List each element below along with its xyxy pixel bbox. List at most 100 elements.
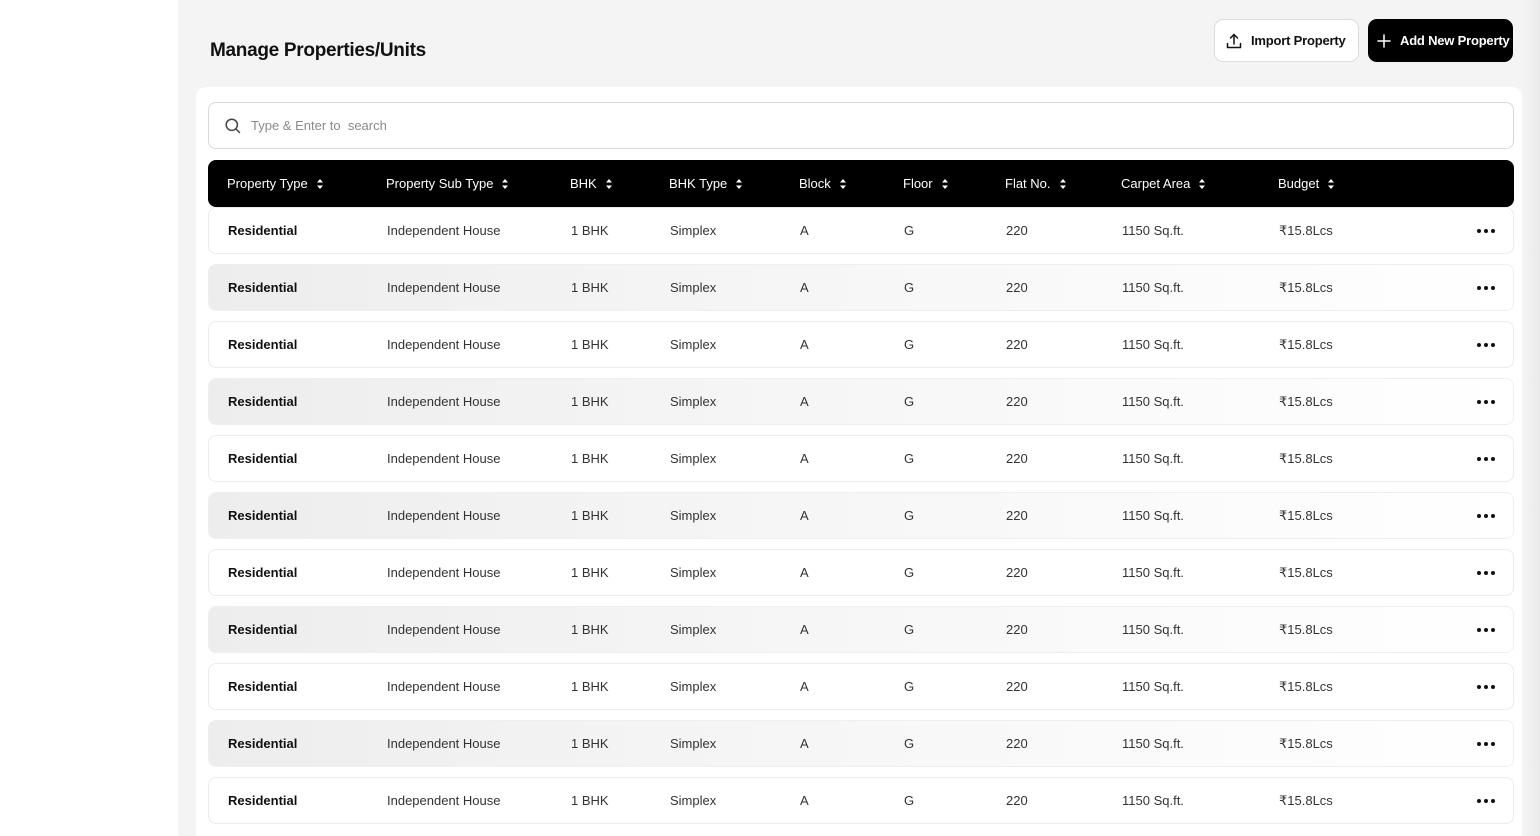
- table-cell: G: [904, 337, 915, 352]
- table-cell: Simplex: [670, 451, 717, 466]
- page-title: Manage Properties/Units: [210, 40, 426, 61]
- import-property-label: Import Property: [1251, 33, 1346, 48]
- table-row[interactable]: Residential Independent House 1 BHK Simplex…: [208, 777, 1514, 824]
- sort-icon: [734, 177, 744, 191]
- column-header[interactable]: BHK: [570, 160, 614, 207]
- table-cell: Independent House: [387, 394, 501, 409]
- search-box[interactable]: [208, 102, 1514, 149]
- main-content: Manage Properties/Units Import Property …: [178, 0, 1540, 836]
- table-cell: 220: [1006, 337, 1028, 352]
- table-cell: ₹15.8Lcs: [1279, 564, 1333, 580]
- column-header-label: Property Type: [227, 176, 308, 191]
- import-property-button[interactable]: Import Property: [1214, 19, 1359, 62]
- table-cell: 220: [1006, 679, 1028, 694]
- table-cell: Residential: [228, 280, 298, 295]
- more-horizontal-icon[interactable]: [1475, 392, 1497, 412]
- search-icon: [224, 117, 242, 135]
- column-header[interactable]: Block: [799, 160, 848, 207]
- table-cell: G: [904, 622, 915, 637]
- table-cell: A: [800, 565, 809, 580]
- table-cell: 1 BHK: [571, 280, 609, 295]
- column-header[interactable]: Flat No.: [1005, 160, 1068, 207]
- table-cell: 1150 Sq.ft.: [1122, 736, 1184, 751]
- column-header[interactable]: Budget: [1278, 160, 1336, 207]
- table-cell: Residential: [228, 394, 298, 409]
- table-cell: Residential: [228, 679, 298, 694]
- table-cell: 220: [1006, 280, 1028, 295]
- table-cell: A: [800, 508, 809, 523]
- add-new-property-button[interactable]: Add New Property: [1368, 19, 1513, 62]
- table-cell: Simplex: [670, 337, 717, 352]
- table-cell: Simplex: [670, 394, 717, 409]
- table-cell: 1 BHK: [571, 736, 609, 751]
- sidebar: [0, 0, 178, 836]
- add-new-property-label: Add New Property: [1400, 33, 1510, 48]
- table-row[interactable]: Residential Independent House 1 BHK Simplex…: [208, 435, 1514, 482]
- column-header[interactable]: Carpet Area: [1121, 160, 1207, 207]
- table-cell: A: [800, 736, 809, 751]
- table-row[interactable]: Residential Independent House 1 BHK Simplex…: [208, 606, 1514, 653]
- more-horizontal-icon[interactable]: [1475, 506, 1497, 526]
- column-header[interactable]: BHK Type: [669, 160, 744, 207]
- sort-icon: [940, 177, 950, 191]
- table-cell: 1150 Sq.ft.: [1122, 223, 1184, 238]
- table-cell: ₹15.8Lcs: [1279, 450, 1333, 466]
- table-cell: ₹15.8Lcs: [1279, 621, 1333, 637]
- more-horizontal-icon[interactable]: [1475, 791, 1497, 811]
- more-horizontal-icon[interactable]: [1475, 563, 1497, 583]
- column-header[interactable]: Property Type: [227, 160, 325, 207]
- table-cell: 1 BHK: [571, 679, 609, 694]
- more-horizontal-icon[interactable]: [1475, 335, 1497, 355]
- table-row[interactable]: Residential Independent House 1 BHK Simplex…: [208, 492, 1514, 539]
- table-cell: 1150 Sq.ft.: [1122, 508, 1184, 523]
- table-cell: 1 BHK: [571, 793, 609, 808]
- table-cell: Independent House: [387, 565, 501, 580]
- sort-icon: [838, 177, 848, 191]
- more-horizontal-icon[interactable]: [1475, 620, 1497, 640]
- table-cell: Independent House: [387, 736, 501, 751]
- column-header[interactable]: Property Sub Type: [386, 160, 510, 207]
- table-cell: 1150 Sq.ft.: [1122, 451, 1184, 466]
- table-cell: 220: [1006, 394, 1028, 409]
- table-cell: G: [904, 508, 915, 523]
- table-cell: G: [904, 280, 915, 295]
- table-cell: Simplex: [670, 280, 717, 295]
- more-horizontal-icon[interactable]: [1475, 221, 1497, 241]
- table-cell: Simplex: [670, 223, 717, 238]
- more-horizontal-icon[interactable]: [1475, 734, 1497, 754]
- table-row[interactable]: Residential Independent House 1 BHK Simplex…: [208, 321, 1514, 368]
- table-cell: 1 BHK: [571, 394, 609, 409]
- table-cell: Independent House: [387, 622, 501, 637]
- table-cell: G: [904, 394, 915, 409]
- column-header-label: BHK: [570, 176, 597, 191]
- table-cell: Independent House: [387, 280, 501, 295]
- table-row[interactable]: Residential Independent House 1 BHK Simplex…: [208, 378, 1514, 425]
- table-cell: A: [800, 679, 809, 694]
- more-horizontal-icon[interactable]: [1475, 449, 1497, 469]
- search-input[interactable]: [249, 117, 1449, 134]
- table-cell: 220: [1006, 793, 1028, 808]
- table-cell: ₹15.8Lcs: [1279, 222, 1333, 238]
- table-cell: Simplex: [670, 622, 717, 637]
- table-cell: A: [800, 622, 809, 637]
- more-horizontal-icon[interactable]: [1475, 677, 1497, 697]
- sort-icon: [1058, 177, 1068, 191]
- table-row[interactable]: Residential Independent House 1 BHK Simplex…: [208, 207, 1514, 254]
- table-cell: 1150 Sq.ft.: [1122, 565, 1184, 580]
- table-cell: A: [800, 223, 809, 238]
- table-row[interactable]: Residential Independent House 1 BHK Simplex…: [208, 549, 1514, 596]
- table-cell: Residential: [228, 337, 298, 352]
- table-cell: ₹15.8Lcs: [1279, 507, 1333, 523]
- table-row[interactable]: Residential Independent House 1 BHK Simplex…: [208, 264, 1514, 311]
- table-cell: 1150 Sq.ft.: [1122, 280, 1184, 295]
- table-cell: Residential: [228, 622, 298, 637]
- plus-icon: [1375, 32, 1393, 50]
- table-cell: 1150 Sq.ft.: [1122, 394, 1184, 409]
- table-row[interactable]: Residential Independent House 1 BHK Simplex…: [208, 663, 1514, 710]
- column-header[interactable]: Floor: [903, 160, 950, 207]
- table-row[interactable]: Residential Independent House 1 BHK Simplex…: [208, 720, 1514, 767]
- table-cell: G: [904, 451, 915, 466]
- column-header-label: Budget: [1278, 176, 1320, 191]
- more-horizontal-icon[interactable]: [1475, 278, 1497, 298]
- table-cell: 1 BHK: [571, 622, 609, 637]
